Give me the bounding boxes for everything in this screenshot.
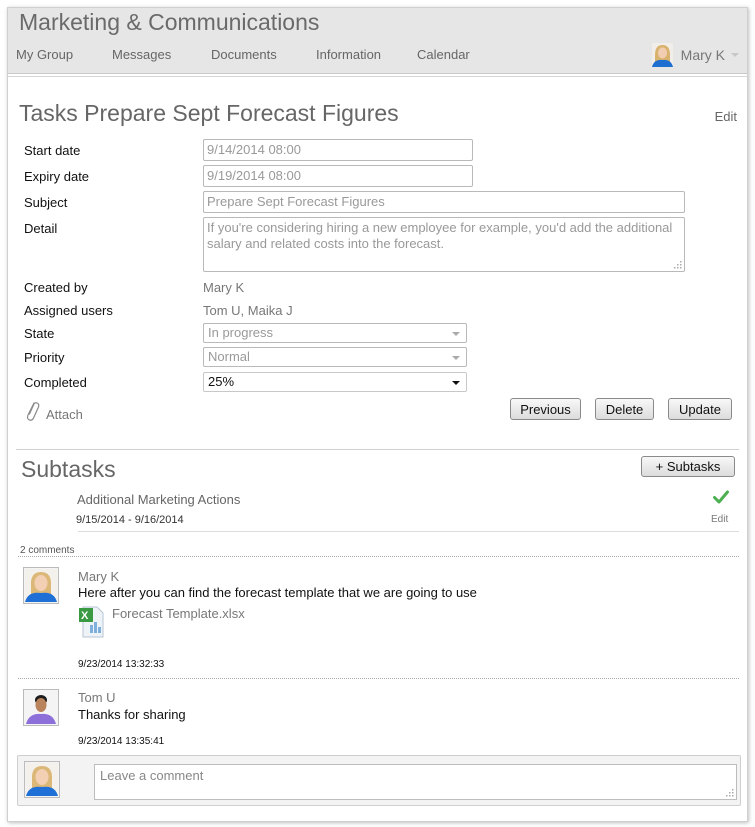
svg-text:X: X [81,610,89,622]
comment-author[interactable]: Mary K [78,569,119,584]
attach-button[interactable]: Attach [24,398,83,422]
start-date-label: Start date [24,143,81,158]
comments-divider [18,556,739,557]
state-label: State [24,326,55,341]
app-title: Marketing & Communications [19,9,320,35]
comments-count: 2 comments [20,545,75,556]
nav-documents[interactable]: Documents [211,47,277,62]
created-by-label: Created by [24,280,88,295]
task-page: Marketing & Communications My Group Mess… [7,7,748,822]
resize-grip-icon[interactable] [726,789,734,797]
start-date-field[interactable]: 9/14/2014 08:00 [203,139,473,161]
subject-label: Subject [24,195,68,210]
avatar [23,567,59,604]
comment-time: 9/23/2014 13:35:41 [78,736,165,747]
state-select[interactable]: In progress [203,323,467,343]
page-title: Tasks Prepare Sept Forecast Figures [19,100,399,126]
section-divider [16,449,739,450]
detail-textarea[interactable]: If you're considering hiring a new emplo… [203,217,685,272]
chevron-down-icon [731,53,739,57]
checkmark-icon [713,490,729,504]
avatar [24,761,60,798]
nav-calendar[interactable]: Calendar [417,47,470,62]
subtask-name[interactable]: Additional Marketing Actions [77,492,240,507]
priority-value: Normal [208,349,250,364]
dropdown-arrow-icon [452,381,460,385]
comment-input[interactable]: Leave a comment [94,764,737,800]
paperclip-icon [26,402,40,421]
user-avatar-icon [651,43,673,67]
previous-button[interactable]: Previous [510,398,581,420]
dropdown-arrow-icon [452,332,460,336]
dropdown-arrow-icon [452,356,460,360]
edit-task-link[interactable]: Edit [715,109,737,124]
delete-button[interactable]: Delete [595,398,654,420]
nav-information[interactable]: Information [316,47,381,62]
subtasks-title: Subtasks [21,456,116,482]
subject-field[interactable]: Prepare Sept Forecast Figures [203,191,685,213]
assigned-users-value: Tom U, Maika J [203,303,293,318]
completed-select[interactable]: 25% [203,372,467,392]
resize-grip-icon[interactable] [674,261,682,269]
subtask-edit-link[interactable]: Edit [711,514,728,525]
header-divider [8,76,747,78]
expiry-date-field[interactable]: 9/19/2014 08:00 [203,165,473,187]
expiry-date-label: Expiry date [24,169,90,184]
comment-text: Thanks for sharing [78,707,186,722]
priority-select[interactable]: Normal [203,347,467,367]
user-menu[interactable]: Mary K [651,41,739,69]
new-comment-box: Leave a comment [17,755,741,806]
detail-text: If you're considering hiring a new emplo… [207,220,673,251]
nav-my-group[interactable]: My Group [16,47,73,62]
subtask-dates: 9/15/2014 - 9/16/2014 [76,514,184,526]
comment-time: 9/23/2014 13:32:33 [78,659,165,670]
current-user-avatar-icon [26,763,58,796]
app-header: Marketing & Communications My Group Mess… [8,8,747,74]
update-button[interactable]: Update [668,398,732,420]
add-subtask-button[interactable]: + Subtasks [641,456,735,477]
user-name: Mary K [680,47,725,63]
attach-label: Attach [46,407,83,422]
comment-divider [18,678,739,679]
comment-author[interactable]: Tom U [78,690,116,705]
completed-value: 25% [208,374,235,389]
excel-file-icon: X [79,606,104,638]
mary-avatar-icon [25,569,57,602]
subtask-divider [78,531,739,532]
created-by-value: Mary K [203,280,245,295]
avatar [23,689,59,726]
attachment-link[interactable]: X Forecast Template.xlsx [78,605,245,638]
completed-label: Completed [24,375,87,390]
priority-label: Priority [24,350,65,365]
attachment-filename: Forecast Template.xlsx [112,606,245,621]
state-value: In progress [208,325,274,340]
detail-label: Detail [24,221,58,236]
nav-messages[interactable]: Messages [112,47,171,62]
assigned-users-label: Assigned users [24,303,113,318]
comment-placeholder: Leave a comment [100,768,204,783]
comment-text: Here after you can find the forecast tem… [78,585,477,600]
tom-avatar-icon [25,691,57,724]
